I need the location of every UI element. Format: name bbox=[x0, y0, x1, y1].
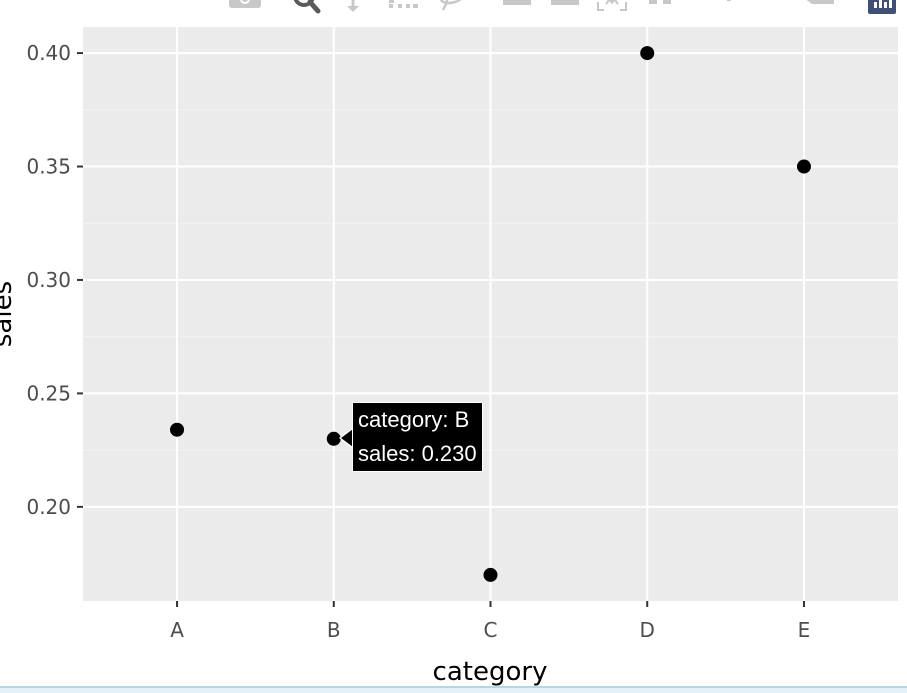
x-axis-title: category bbox=[433, 657, 548, 687]
lasso-select-button[interactable] bbox=[433, 0, 467, 12]
zoom-out-button[interactable] bbox=[548, 0, 582, 12]
y-axis-title: sales bbox=[0, 281, 18, 347]
y-tick-label: 0.40 bbox=[26, 41, 71, 65]
chart: 0.20 0.25 0.30 0.35 0.40 A B C D E category sale… bbox=[0, 27, 898, 687]
zoom-icon bbox=[293, 0, 321, 14]
pan-button[interactable] bbox=[336, 0, 370, 12]
home-icon bbox=[649, 0, 671, 4]
tooltip-sales: sales: 0.230 bbox=[358, 441, 477, 466]
hover-compare-button[interactable] bbox=[800, 0, 834, 12]
y-tick-label: 0.30 bbox=[26, 268, 71, 292]
data-point-c[interactable] bbox=[483, 567, 498, 582]
hover-compare-icon bbox=[806, 0, 834, 4]
pan-icon bbox=[347, 0, 359, 12]
x-tick-label: A bbox=[170, 618, 184, 642]
zoom-button[interactable] bbox=[290, 0, 324, 14]
hover-closest-icon bbox=[752, 0, 786, 12]
x-axis: A B C D E bbox=[170, 601, 810, 642]
y-tick-label: 0.35 bbox=[26, 155, 71, 179]
zoom-in-button[interactable] bbox=[500, 0, 534, 12]
hover-closest-button[interactable] bbox=[752, 0, 786, 12]
zoom-in-icon bbox=[503, 0, 531, 5]
autoscale-icon bbox=[597, 0, 627, 11]
reset-axes-button[interactable] bbox=[643, 0, 677, 12]
download-png-button[interactable] bbox=[228, 0, 262, 12]
y-tick-label: 0.25 bbox=[26, 381, 71, 405]
box-select-button[interactable] bbox=[386, 0, 420, 12]
bottom-strip bbox=[0, 686, 907, 693]
tooltip-category: category: B bbox=[358, 407, 470, 432]
hover-tooltip: category: B sales: 0.230 bbox=[352, 402, 483, 472]
box-select-icon bbox=[389, 0, 418, 8]
y-axis: 0.20 0.25 0.30 0.35 0.40 bbox=[26, 41, 83, 519]
zoom-out-icon bbox=[551, 0, 579, 5]
x-tick-label: C bbox=[484, 618, 498, 642]
plotly-logo-icon bbox=[868, 0, 896, 14]
plotly-logo-link[interactable] bbox=[864, 0, 898, 14]
data-point-d[interactable] bbox=[640, 46, 655, 61]
data-point-e[interactable] bbox=[796, 159, 811, 174]
toggle-spike-lines-button[interactable] bbox=[712, 0, 746, 12]
y-tick-label: 0.20 bbox=[26, 495, 71, 519]
lasso-icon bbox=[439, 0, 462, 11]
x-tick-label: E bbox=[798, 618, 811, 642]
autoscale-button[interactable] bbox=[595, 0, 629, 12]
spike-lines-icon bbox=[727, 0, 731, 1]
x-tick-label: B bbox=[327, 618, 341, 642]
data-point-a[interactable] bbox=[170, 422, 185, 437]
x-tick-label: D bbox=[640, 618, 655, 642]
camera-icon bbox=[229, 0, 261, 8]
